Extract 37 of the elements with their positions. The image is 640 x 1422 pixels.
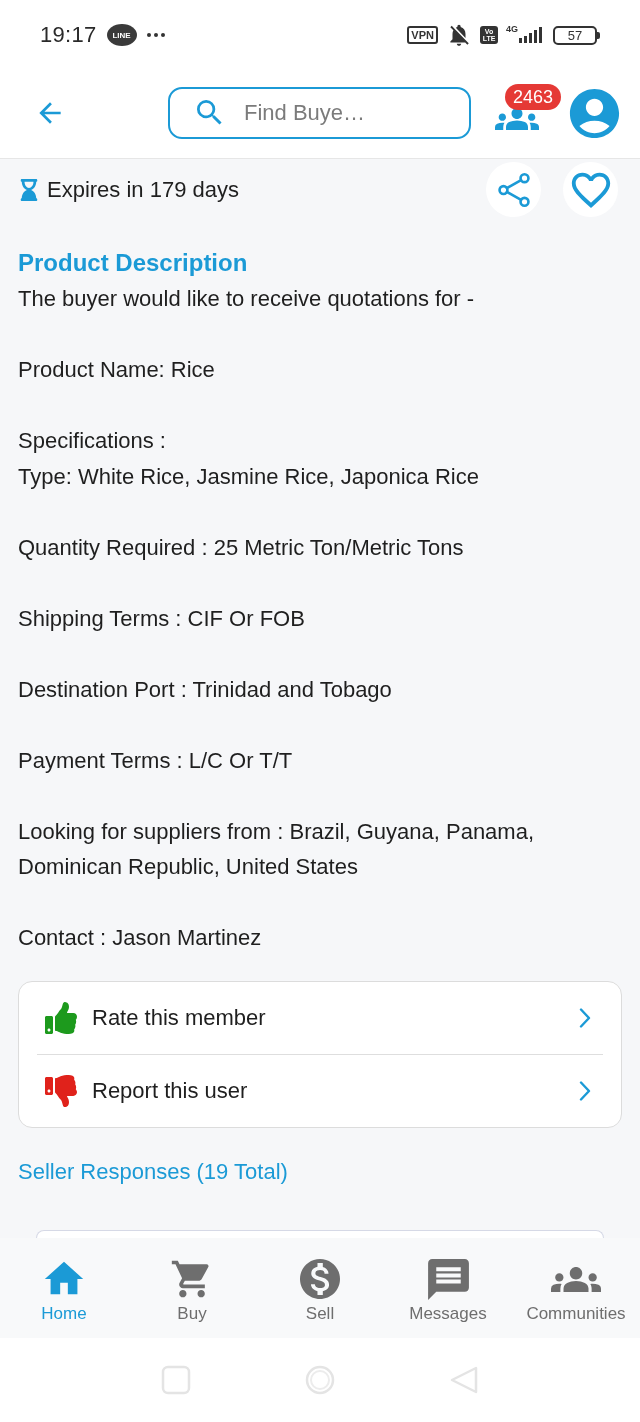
description-paragraph: Product Name: Rice xyxy=(18,356,216,384)
chevron-right-icon xyxy=(579,1081,591,1101)
signal-icon xyxy=(519,27,545,43)
vpn-indicator: VPN xyxy=(407,26,438,44)
search-icon xyxy=(197,100,223,126)
hourglass-icon xyxy=(18,178,40,201)
description-paragraph: The buyer would like to receive quotations for - xyxy=(18,285,476,313)
description-paragraph: Destination Port : Trinidad and Tobago xyxy=(18,675,393,704)
thumbs-up-icon xyxy=(45,1001,77,1034)
description-paragraph: Specifications : Type: White Rice, Jasmine Rice, Japonica Rice xyxy=(18,427,480,491)
member-action-button[interactable]: Report this user xyxy=(19,1055,621,1127)
nav-tab[interactable]: Buy xyxy=(128,1238,256,1338)
battery-indicator: 57 xyxy=(553,25,600,45)
group-icon xyxy=(495,108,539,130)
expiry-text: Expires in 179 days xyxy=(47,176,239,203)
search-field[interactable]: Find Buye… xyxy=(168,87,471,139)
notification-count-badge: 2463 xyxy=(504,84,561,110)
thumbs-down-icon xyxy=(45,1075,77,1107)
more-dots-icon xyxy=(146,33,165,37)
status-time: 19:17 xyxy=(40,22,97,48)
network-type-label: 4G xyxy=(506,25,518,34)
description-paragraph: Looking for suppliers from : Brazil, Guyana, Panama, Dominican Republic, United States xyxy=(18,817,536,881)
member-action-button[interactable]: Rate this member xyxy=(19,981,621,1054)
chat-app-badge: LINE xyxy=(106,24,137,46)
responses-heading: Seller Responses (19 Total) xyxy=(18,1158,289,1186)
chevron-right-icon xyxy=(579,1007,591,1028)
section-heading: Product Description xyxy=(18,248,249,278)
nav-tab[interactable]: Messages xyxy=(384,1238,512,1338)
nav-tab[interactable]: Home xyxy=(0,1238,128,1338)
groups-button[interactable]: 2463 xyxy=(495,84,561,142)
description-paragraph: Payment Terms : L/C Or T/T xyxy=(18,746,294,775)
nav-tab[interactable]: Sell xyxy=(256,1238,384,1338)
group-icon xyxy=(551,1266,601,1292)
description-paragraph: Shipping Terms : CIF Or FOB xyxy=(18,604,306,633)
description-paragraph: Contact : Jason Martinez xyxy=(18,924,263,952)
description-paragraph: Quantity Required : 25 Metric Ton/Metric Tons xyxy=(18,533,465,562)
nav-tab[interactable]: Communities xyxy=(512,1238,640,1338)
